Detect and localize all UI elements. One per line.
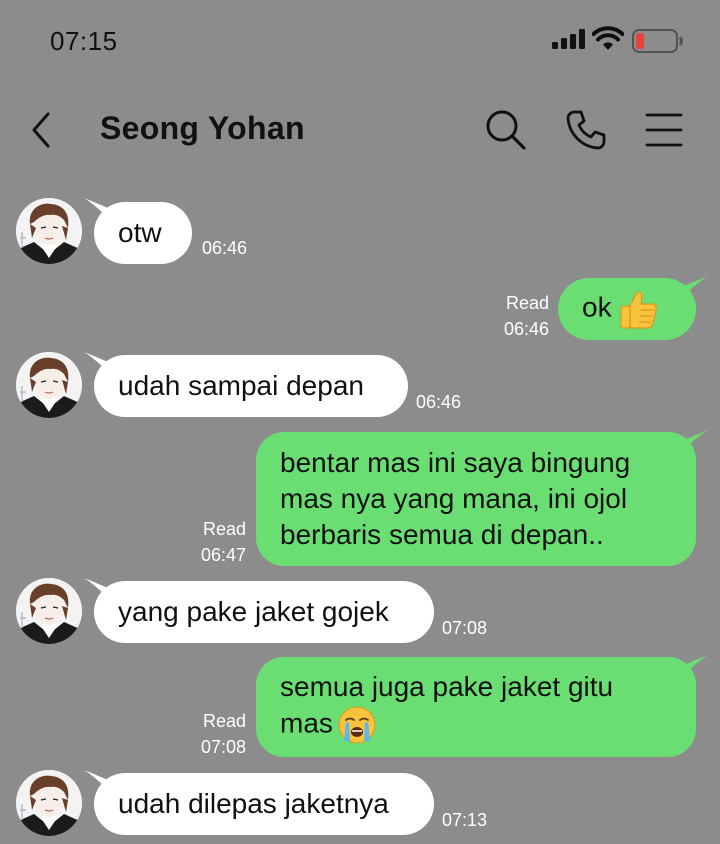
message-meta: Read 07:08 — [186, 708, 246, 760]
message-text: otw — [118, 217, 162, 248]
message-meta: Read 06:46 — [489, 290, 549, 342]
message-text: udah sampai depan — [118, 370, 364, 401]
message-time: 07:13 — [442, 810, 488, 830]
status-time: 07:15 — [50, 26, 118, 56]
message-text: yang pake jaket gojek — [118, 596, 389, 627]
signal-icon — [552, 29, 586, 49]
chat-header: Seong Yohan — [0, 90, 720, 170]
contact-avatar[interactable] — [16, 198, 82, 264]
search-icon[interactable] — [482, 106, 530, 154]
message-text: mas — [280, 707, 333, 739]
message-time: 06:46 — [202, 238, 248, 258]
battery-icon — [632, 29, 683, 53]
thumbs-up-emoji — [619, 291, 657, 329]
message-time: 07:08 — [442, 618, 488, 638]
back-chevron-icon[interactable] — [24, 108, 60, 152]
status-bar: 07:15 — [0, 0, 720, 80]
message-time: 06:47 — [200, 545, 246, 565]
incoming-message-bubble[interactable]: otw — [94, 202, 192, 264]
incoming-message-bubble[interactable]: udah dilepas jaketnya — [94, 773, 434, 835]
message-text: ok — [582, 291, 612, 323]
outgoing-message-bubble[interactable]: semua juga pake jaket gitu mas — [256, 657, 696, 757]
bubble-tail — [684, 430, 708, 450]
message-time: 06:46 — [416, 392, 462, 412]
message-text: udah dilepas jaketnya — [118, 788, 389, 819]
read-receipt: Read — [202, 711, 246, 731]
incoming-message-bubble[interactable]: udah sampai depan — [94, 355, 408, 417]
outgoing-message-bubble[interactable]: ok — [558, 278, 696, 340]
contact-avatar[interactable] — [16, 578, 82, 644]
message-text-wrap: mas — [280, 705, 672, 745]
message-time: 07:08 — [200, 737, 246, 757]
loudly-crying-emoji — [338, 706, 376, 744]
message-text: semua juga pake jaket gitu — [280, 671, 614, 702]
wifi-icon — [592, 26, 624, 50]
contact-name[interactable]: Seong Yohan — [100, 110, 305, 147]
bubble-tail — [684, 655, 708, 675]
message-meta: Read 06:47 — [186, 516, 246, 568]
menu-icon[interactable] — [640, 106, 688, 154]
read-receipt: Read — [505, 293, 549, 313]
phone-icon[interactable] — [562, 106, 610, 154]
bubble-tail — [684, 276, 708, 296]
contact-avatar[interactable] — [16, 352, 82, 418]
read-receipt: Read — [202, 519, 246, 539]
message-text: mas nya yang mana, ini ojol — [280, 483, 628, 514]
incoming-message-bubble[interactable]: yang pake jaket gojek — [94, 581, 434, 643]
message-text-wrap: ok — [582, 288, 672, 330]
outgoing-message-bubble[interactable]: bentar mas ini saya bingung mas nya yang… — [256, 432, 696, 566]
message-text: berbaris semua di depan.. — [280, 519, 604, 550]
message-text: bentar mas ini saya bingung — [280, 447, 631, 478]
contact-avatar[interactable] — [16, 770, 82, 836]
message-time: 06:46 — [503, 319, 549, 339]
